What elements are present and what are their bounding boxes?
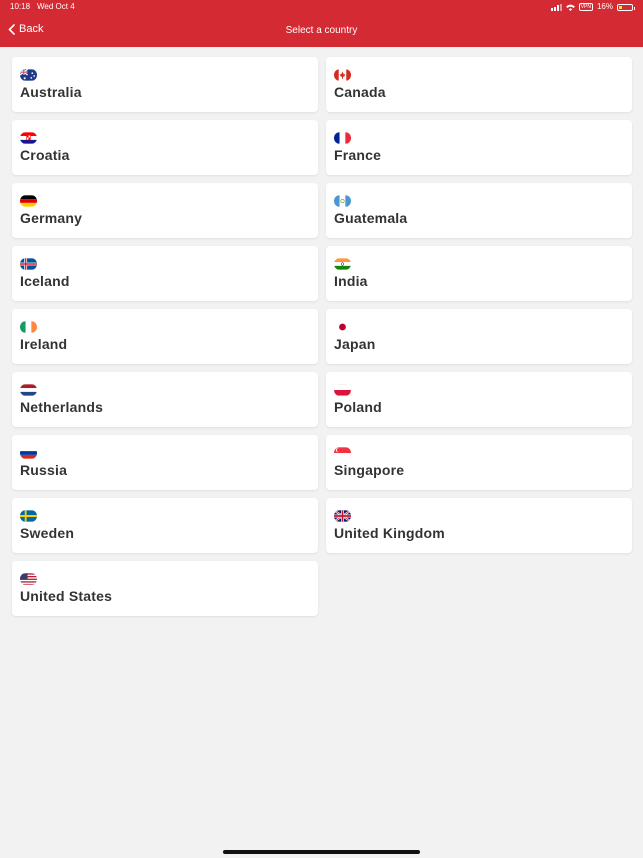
guatemala-flag-icon: [334, 195, 351, 207]
country-name: Germany: [20, 210, 83, 226]
battery-percent: 16%: [596, 2, 613, 11]
japan-flag-icon: [334, 321, 351, 333]
country-tile-germany[interactable]: Germany: [12, 183, 318, 238]
germany-flag-icon: [20, 195, 37, 207]
country-name: Canada: [334, 84, 386, 100]
country-name: Croatia: [20, 147, 70, 163]
country-name: Sweden: [20, 525, 75, 541]
country-name: France: [334, 147, 382, 163]
country-name: Singapore: [334, 462, 405, 478]
country-name: United States: [20, 588, 113, 604]
country-name: Japan: [334, 336, 376, 352]
battery-icon: [617, 3, 635, 11]
canada-flag-icon: [334, 69, 351, 81]
croatia-flag-icon: [20, 132, 37, 144]
navigation-bar: Back Select a country: [0, 14, 643, 47]
sweden-flag-icon: [20, 510, 37, 522]
status-bar: 10:18 Wed Oct 4 VPN 16%: [0, 0, 643, 14]
country-tile-united-kingdom[interactable]: United Kingdom: [326, 498, 632, 553]
ireland-flag-icon: [20, 321, 37, 333]
cellular-signal-icon: [550, 3, 562, 11]
country-name: Netherlands: [20, 399, 104, 415]
page-title: Select a country: [285, 25, 358, 36]
singapore-flag-icon: [334, 447, 351, 459]
country-name: Poland: [334, 399, 382, 415]
status-indicators: VPN 16%: [550, 0, 635, 14]
status-date: Wed Oct 4: [37, 2, 75, 11]
country-tile-guatemala[interactable]: Guatemala: [326, 183, 632, 238]
country-tile-singapore[interactable]: Singapore: [326, 435, 632, 490]
country-tile-ireland[interactable]: Ireland: [12, 309, 318, 364]
country-name: Guatemala: [334, 210, 408, 226]
france-flag-icon: [334, 132, 351, 144]
united-states-flag-icon: [20, 573, 37, 585]
country-name: Iceland: [20, 273, 70, 289]
country-tile-japan[interactable]: Japan: [326, 309, 632, 364]
country-tile-canada[interactable]: Canada: [326, 57, 632, 112]
home-indicator[interactable]: [223, 850, 420, 854]
vpn-badge: VPN: [578, 3, 593, 11]
netherlands-flag-icon: [20, 384, 37, 396]
country-name: Russia: [20, 462, 68, 478]
country-tile-iceland[interactable]: Iceland: [12, 246, 318, 301]
country-tile-india[interactable]: India: [326, 246, 632, 301]
header-bar: 10:18 Wed Oct 4 VPN 16% Back Select a co…: [0, 0, 643, 47]
country-tile-australia[interactable]: Australia: [12, 57, 318, 112]
status-time: 10:18: [10, 2, 31, 11]
india-flag-icon: [334, 258, 351, 270]
country-tile-united-states[interactable]: United States: [12, 561, 318, 616]
country-tile-croatia[interactable]: Croatia: [12, 120, 318, 175]
country-tile-netherlands[interactable]: Netherlands: [12, 372, 318, 427]
australia-flag-icon: [20, 69, 37, 81]
country-tile-russia[interactable]: Russia: [12, 435, 318, 490]
country-tile-france[interactable]: France: [326, 120, 632, 175]
russia-flag-icon: [20, 447, 37, 459]
country-name: Ireland: [20, 336, 68, 352]
united-kingdom-flag-icon: [334, 510, 351, 522]
country-tile-sweden[interactable]: Sweden: [12, 498, 318, 553]
wifi-icon: [565, 4, 575, 11]
country-name: Australia: [20, 84, 82, 100]
country-tile-poland[interactable]: Poland: [326, 372, 632, 427]
iceland-flag-icon: [20, 258, 37, 270]
poland-flag-icon: [334, 384, 351, 396]
country-name: United Kingdom: [334, 525, 445, 541]
country-name: India: [334, 273, 368, 289]
